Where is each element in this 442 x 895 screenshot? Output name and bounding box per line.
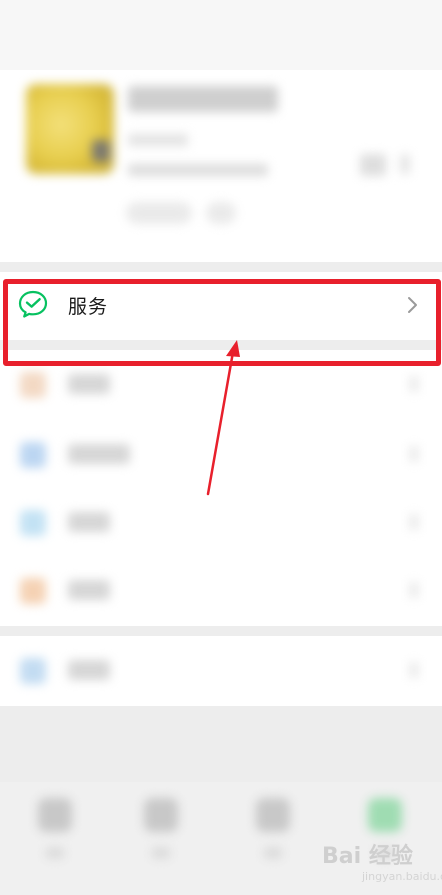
wechat-me-screen: 服务 Bai 经验 jingyan.baidu. <box>0 0 442 895</box>
baidu-watermark: Bai 经验 <box>322 844 413 869</box>
baidu-watermark-url: jingyan.baidu.com <box>362 870 442 883</box>
annotation-arrow <box>206 340 240 496</box>
